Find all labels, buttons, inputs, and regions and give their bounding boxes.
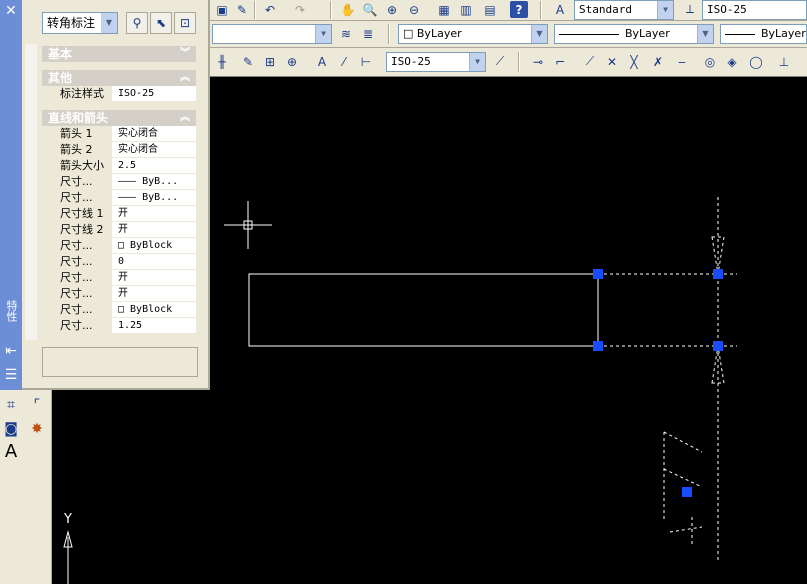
snap-endpoint-icon[interactable]: ⊸ bbox=[528, 52, 548, 71]
chevron-down-icon[interactable]: ︾ bbox=[180, 46, 190, 62]
grips[interactable] bbox=[593, 269, 723, 497]
palette-scrollbar[interactable] bbox=[25, 44, 37, 340]
chevron-down-icon[interactable]: ▼ bbox=[469, 53, 485, 71]
snap-tangent-icon[interactable]: ◯ bbox=[746, 52, 766, 71]
fillet-icon[interactable]: ⌜ bbox=[26, 394, 48, 416]
category-label: 基本 bbox=[48, 47, 73, 61]
tolerance-icon[interactable]: ⊞ bbox=[260, 52, 280, 71]
linetype-sample bbox=[559, 33, 619, 35]
pickadd-toggle-icon[interactable]: ⚲ bbox=[126, 12, 148, 34]
properties-icon[interactable]: ▦ bbox=[434, 0, 454, 19]
color-swatch: □ bbox=[403, 27, 417, 40]
snap-midpoint-icon[interactable]: ⟋ bbox=[580, 52, 600, 71]
toolbar-separator bbox=[254, 1, 256, 19]
text-style-icon: A bbox=[555, 2, 565, 17]
dim-style-value-2: ISO-25 bbox=[391, 55, 431, 68]
chevron-down-icon[interactable]: ▼ bbox=[657, 1, 673, 19]
snap-app-int-icon[interactable]: ✗ bbox=[648, 52, 668, 71]
lineweight-sample bbox=[725, 33, 755, 35]
linetype-combo[interactable]: ByLayer ▼ bbox=[554, 24, 714, 44]
layer-combo[interactable]: ▼ bbox=[212, 24, 332, 44]
object-type-value: 转角标注 bbox=[47, 16, 96, 30]
toolbar-separator bbox=[540, 1, 542, 19]
toolbar-separator bbox=[518, 52, 520, 72]
select-objects-icon[interactable]: ⬉ bbox=[150, 12, 172, 34]
palette-title-strip[interactable]: ✕ 特性 ⇤ ☰ bbox=[0, 0, 22, 390]
snap-intersection-icon[interactable]: ✕ bbox=[602, 52, 622, 71]
close-icon[interactable]: ✕ bbox=[0, 0, 22, 22]
text-style-value: Standard bbox=[579, 3, 632, 16]
draw-toolbar: ⌗ ⌜ ◙ ✸ A bbox=[0, 390, 52, 584]
ucs-icon bbox=[63, 530, 73, 584]
dim-edit-icon[interactable]: A bbox=[312, 52, 332, 71]
color-combo[interactable]: □ ByLayer ▼ bbox=[398, 24, 548, 44]
rectangle-entity[interactable] bbox=[248, 273, 599, 347]
linetype-value: ByLayer bbox=[625, 27, 670, 40]
dim-baseline-icon[interactable]: ╫ bbox=[212, 52, 232, 71]
snap-extension-line-icon[interactable]: ‒ bbox=[672, 52, 692, 71]
grip bbox=[713, 269, 723, 279]
auto-hide-icon[interactable]: ⇤ bbox=[0, 340, 22, 362]
palette-menu-icon[interactable]: ☰ bbox=[0, 364, 22, 386]
table-icon[interactable]: ◙ bbox=[0, 418, 22, 440]
color-value: ByLayer bbox=[416, 27, 462, 40]
dim-style-icon: ⟂ bbox=[685, 2, 694, 16]
zoom-previous-icon[interactable]: ⊖ bbox=[404, 0, 424, 19]
redo-icon[interactable]: ↷ bbox=[290, 0, 310, 19]
crosshair-cursor bbox=[224, 201, 272, 249]
snap-extension-icon[interactable]: ⌐ bbox=[550, 52, 570, 71]
grip bbox=[593, 269, 603, 279]
dim-style-combo[interactable]: ISO-25 bbox=[702, 0, 807, 20]
layer-previous-icon[interactable]: ≋ bbox=[336, 24, 356, 43]
explode-icon[interactable]: ✸ bbox=[26, 418, 48, 440]
multiline-text-icon[interactable]: A bbox=[0, 440, 22, 462]
autocad-window: ▣ ✎ ↶ ↷ ✋ 🔍 ⊕ ⊖ ▦ ▥ ▤ ? A Standard ▼ ⟂ I… bbox=[0, 0, 807, 584]
pan-icon[interactable]: ✋ bbox=[338, 0, 358, 19]
dim-style-combo-2[interactable]: ISO-25 ▼ bbox=[386, 52, 486, 72]
zoom-window-icon[interactable]: ⊕ bbox=[382, 0, 402, 19]
lineweight-value: ByLayer bbox=[761, 27, 806, 40]
dim-style-value: ISO-25 bbox=[707, 3, 747, 16]
quick-dim-icon[interactable]: ✎ bbox=[238, 52, 258, 71]
chevron-down-icon[interactable]: ▼ bbox=[531, 25, 547, 43]
ucs-y-label: Y bbox=[63, 512, 72, 527]
dim-text-edit-icon[interactable]: ⁄ bbox=[334, 52, 354, 71]
quick-select-icon[interactable]: ⊡ bbox=[174, 12, 196, 34]
design-center-icon[interactable]: ▥ bbox=[456, 0, 476, 19]
grip bbox=[682, 487, 692, 497]
text-style-combo[interactable]: Standard ▼ bbox=[574, 0, 674, 20]
help-icon[interactable]: ? bbox=[510, 1, 528, 18]
dimension-entity[interactable] bbox=[598, 197, 737, 562]
chevron-down-icon[interactable]: ▼ bbox=[697, 25, 713, 43]
snap-perpendicular-icon[interactable]: ⊥ bbox=[774, 52, 794, 71]
snap-quadrant-icon[interactable]: ◈ bbox=[722, 52, 742, 71]
object-type-select[interactable]: 转角标注 ▼ bbox=[42, 12, 118, 34]
lineweight-combo[interactable]: ByLayer bbox=[720, 24, 807, 44]
paste-icon[interactable]: ▣ bbox=[212, 0, 232, 19]
chevron-down-icon[interactable]: ▼ bbox=[101, 13, 117, 33]
grip bbox=[713, 341, 723, 351]
grip bbox=[593, 341, 603, 351]
category-basic[interactable]: 基本 ︾ bbox=[42, 46, 196, 62]
undo-icon[interactable]: ↶ bbox=[260, 0, 280, 19]
snap-apparent-intersection-icon[interactable]: ╳ bbox=[624, 52, 644, 71]
match-properties-icon[interactable]: ✎ bbox=[232, 0, 252, 19]
toolbar-separator bbox=[388, 24, 390, 44]
palette-side-label: 特性 bbox=[5, 300, 18, 322]
dim-style-manager-icon[interactable]: ⟋ bbox=[490, 52, 510, 71]
tool-palettes-icon[interactable]: ▤ bbox=[480, 0, 500, 19]
help-glyph: ? bbox=[515, 2, 523, 17]
toolbar-separator bbox=[330, 1, 332, 19]
snap-center-icon[interactable]: ◎ bbox=[700, 52, 720, 71]
layer-manager-icon[interactable]: ≣ bbox=[358, 24, 378, 43]
center-mark-icon[interactable]: ⊕ bbox=[282, 52, 302, 71]
region-icon[interactable]: ⌗ bbox=[0, 394, 22, 416]
chevron-down-icon[interactable]: ▼ bbox=[315, 25, 331, 43]
zoom-realtime-icon[interactable]: 🔍 bbox=[360, 0, 380, 19]
dim-update-icon[interactable]: ⊢ bbox=[356, 52, 376, 71]
drawing-canvas[interactable]: Y bbox=[52, 77, 807, 584]
